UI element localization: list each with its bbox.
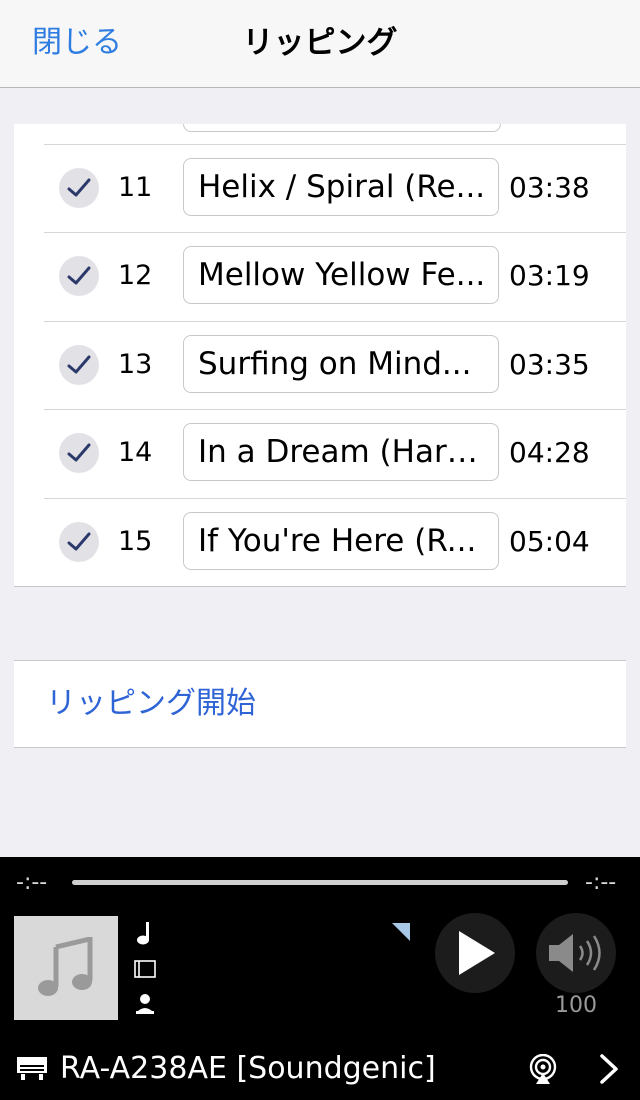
track-title-field[interactable]: Helix / Spiral (Re...: [183, 158, 499, 216]
track-list: 11 Helix / Spiral (Re... 03:38 12 Mellow…: [14, 124, 626, 587]
track-row: 13 Surfing on Mind... 03:35: [14, 321, 626, 409]
track-number: 11: [118, 172, 153, 203]
artist-icon: [136, 994, 154, 1014]
elapsed-time: -:--: [16, 870, 48, 895]
chevron-right-icon: [600, 1054, 618, 1084]
device-name[interactable]: RA-A238AE [Soundgenic]: [60, 1049, 436, 1089]
row-divider: [44, 232, 626, 233]
rip-start-button[interactable]: リッピング開始: [46, 683, 256, 725]
track-row-partial: [44, 124, 626, 145]
track-title-field[interactable]: Mellow Yellow Fe...: [183, 246, 499, 304]
track-checkbox[interactable]: [59, 433, 99, 473]
track-title-field[interactable]: If You're Here (R...: [183, 512, 499, 570]
volume-level: 100: [555, 993, 597, 1018]
track-duration: 05:04: [509, 525, 590, 558]
track-checkbox[interactable]: [59, 256, 99, 296]
track-checkbox[interactable]: [59, 345, 99, 385]
corner-triangle-icon: [392, 923, 410, 941]
navigation-bar: 閉じる リッピング: [0, 0, 640, 88]
device-icon: [17, 1057, 47, 1080]
mini-player: -:-- -:-- 100 RA-A238AE [Soundgenic]: [0, 857, 640, 1100]
track-title-field[interactable]: In a Dream (Haru...: [183, 423, 499, 481]
play-button[interactable]: [435, 913, 515, 993]
volume-button[interactable]: [536, 913, 616, 993]
music-note-icon: [38, 937, 93, 996]
track-checkbox[interactable]: [59, 168, 99, 208]
album-icon: [134, 960, 156, 978]
track-row: 11 Helix / Spiral (Re... 03:38: [14, 144, 626, 232]
checkmark-icon: [67, 266, 91, 285]
row-divider: [44, 498, 626, 499]
album-art[interactable]: [14, 916, 118, 1020]
track-number: 12: [118, 260, 153, 291]
checkmark-icon: [67, 178, 91, 197]
rip-start-cell[interactable]: リッピング開始: [14, 660, 626, 748]
row-divider: [44, 321, 626, 322]
track-row: 15 If You're Here (R... 05:04: [14, 498, 626, 586]
track-duration: 03:35: [509, 348, 590, 381]
track-duration: 04:28: [509, 436, 590, 469]
row-divider: [44, 409, 626, 410]
track-note-icon: [137, 922, 149, 945]
play-icon: [459, 931, 495, 975]
checkmark-icon: [67, 532, 91, 551]
checkmark-icon: [67, 355, 91, 374]
row-divider: [44, 144, 626, 145]
track-number: 14: [118, 437, 153, 468]
track-duration: 03:38: [509, 171, 590, 204]
checkmark-icon: [67, 443, 91, 462]
track-number: 13: [118, 349, 153, 380]
track-duration: 03:19: [509, 259, 590, 292]
airplay-icon: [529, 1054, 557, 1084]
track-title-field[interactable]: Surfing on Mind...: [183, 335, 499, 393]
track-checkbox[interactable]: [59, 522, 99, 562]
track-number: 15: [118, 526, 153, 557]
page-title: リッピング: [242, 25, 398, 61]
volume-icon: [549, 934, 601, 972]
progress-slider[interactable]: [72, 880, 568, 885]
track-title-field-partial[interactable]: [183, 124, 501, 132]
remaining-time: -:--: [585, 870, 617, 895]
track-row: 14 In a Dream (Haru... 04:28: [14, 409, 626, 497]
track-row: 12 Mellow Yellow Fe... 03:19: [14, 232, 626, 320]
